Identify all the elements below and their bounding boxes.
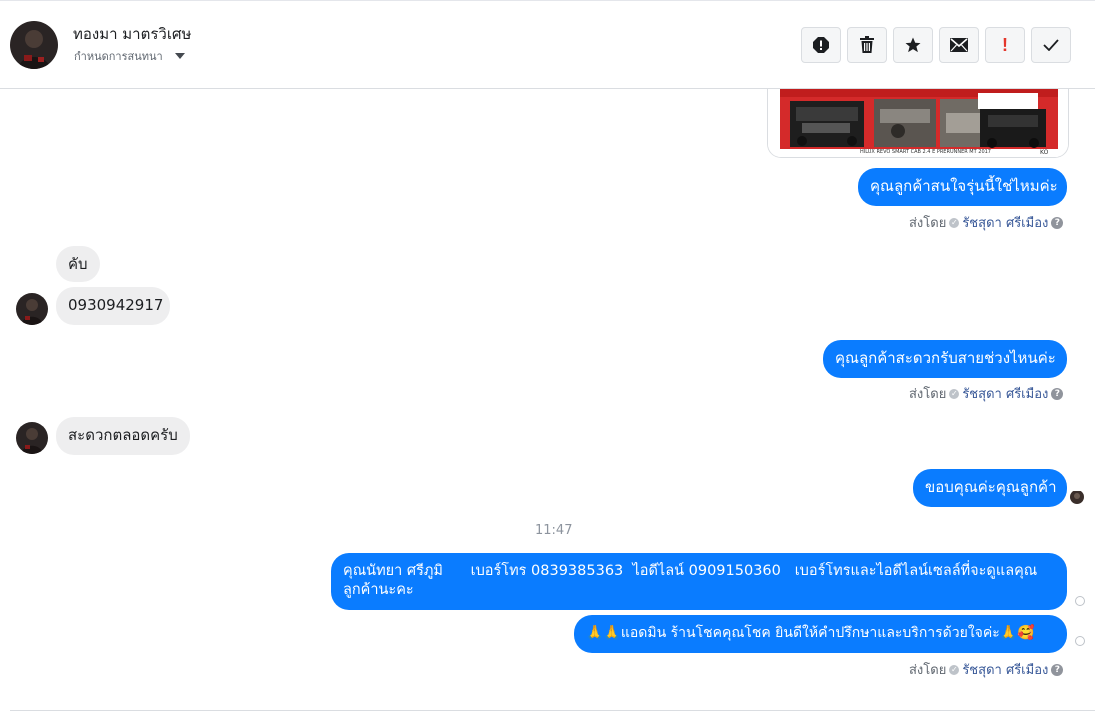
message-text: 🙏🙏แอดมิน ร้านโชคคุณโชค ยินดีให้คำปรึกษาแ… [586, 625, 1035, 641]
timestamp: 11:47 [535, 523, 573, 538]
exclamation-icon: ! [1002, 34, 1008, 55]
attachment-corner-text: KO [1040, 149, 1049, 156]
agent-name[interactable]: รัชสุดา ศรีเมือง [962, 212, 1048, 233]
sent-by-prefix: ส่งโดย [909, 663, 947, 678]
outgoing-message[interactable]: คุณลูกค้าสนใจรุ่นนี้ใช่ไหมค่ะ [858, 168, 1067, 206]
trash-icon [859, 36, 875, 54]
outgoing-message[interactable]: 🙏🙏แอดมิน ร้านโชคคุณโชค ยินดีให้คำปรึกษาแ… [574, 615, 1067, 653]
checkmark-icon [1043, 39, 1059, 51]
message-text: สะดวกตลอดครับ [68, 426, 178, 444]
delete-button[interactable] [847, 27, 887, 63]
message-thread[interactable]: HILUX REVO SMART CAB 2.4 E PRERUNNER MT … [0, 89, 1095, 709]
contact-avatar-small[interactable] [16, 293, 48, 325]
follow-up-button[interactable]: ! [985, 27, 1025, 63]
star-button[interactable] [893, 27, 933, 63]
sent-by-label: ส่งโดย ✓ รัชสุดา ศรีเมือง ? [909, 212, 1064, 233]
sent-by-label: ส่งโดย ✓ รัชสุดา ศรีเมือง ? [909, 659, 1064, 680]
agent-name[interactable]: รัชสุดา ศรีเมือง [962, 659, 1048, 680]
assign-conversation-dropdown[interactable]: กำหนดการสนทนา [74, 47, 185, 65]
composer-divider [10, 710, 1095, 711]
message-text: คุณนัทยา ศรีภูมิ เบอร์โทร 0839385363 ไอด… [343, 563, 1038, 598]
contact-avatar-small[interactable] [16, 422, 48, 454]
sent-by-label: ส่งโดย ✓ รัชสุดา ศรีเมือง ? [909, 383, 1064, 404]
sent-by-prefix: ส่งโดย [909, 216, 947, 231]
attachment-caption: HILUX REVO SMART CAB 2.4 E PRERUNNER MT … [860, 149, 991, 155]
help-icon[interactable]: ? [1051, 387, 1064, 400]
contact-avatar[interactable] [10, 21, 58, 69]
mark-done-button[interactable] [1031, 27, 1071, 63]
star-icon [904, 36, 922, 54]
sent-by-prefix: ส่งโดย [909, 387, 947, 402]
product-image-attachment[interactable]: HILUX REVO SMART CAB 2.4 E PRERUNNER MT … [767, 89, 1069, 158]
incoming-message[interactable]: สะดวกตลอดครับ [56, 417, 190, 455]
verified-check-icon: ✓ [949, 388, 960, 399]
help-icon[interactable]: ? [1051, 663, 1064, 676]
report-button[interactable] [801, 27, 841, 63]
verified-check-icon: ✓ [949, 664, 960, 675]
message-text: คุณลูกค้าสนใจรุ่นนี้ใช่ไหมค่ะ [870, 177, 1058, 195]
seen-by-avatar [1070, 490, 1084, 504]
conversation-header: ทองมา มาตรวิเศษ กำหนดการสนทนา ! [0, 0, 1095, 89]
outgoing-message[interactable]: คุณนัทยา ศรีภูมิ เบอร์โทร 0839385363 ไอด… [331, 553, 1067, 610]
message-text: 0930942917 [68, 296, 164, 314]
conversation-toolbar: ! [801, 27, 1071, 63]
message-text: คับ [68, 255, 88, 273]
envelope-icon [950, 38, 968, 52]
report-icon [812, 36, 830, 54]
outgoing-message[interactable]: ขอบคุณค่ะคุณลูกค้า [913, 469, 1067, 507]
help-icon[interactable]: ? [1051, 216, 1064, 229]
assign-label: กำหนดการสนทนา [74, 50, 163, 63]
contact-name[interactable]: ทองมา มาตรวิเศษ [73, 22, 191, 46]
incoming-message[interactable]: คับ [56, 246, 100, 282]
verified-check-icon: ✓ [949, 217, 960, 228]
message-text: ขอบคุณค่ะคุณลูกค้า [925, 478, 1057, 496]
chevron-down-icon [174, 53, 185, 59]
agent-name[interactable]: รัชสุดา ศรีเมือง [962, 383, 1048, 404]
outgoing-message[interactable]: คุณลูกค้าสะดวกรับสายช่วงไหนค่ะ [823, 340, 1067, 378]
delivered-status-icon [1075, 596, 1085, 606]
message-text: คุณลูกค้าสะดวกรับสายช่วงไหนค่ะ [835, 349, 1056, 367]
incoming-message[interactable]: 0930942917 [56, 287, 170, 325]
mark-unread-button[interactable] [939, 27, 979, 63]
delivered-status-icon [1075, 636, 1085, 646]
